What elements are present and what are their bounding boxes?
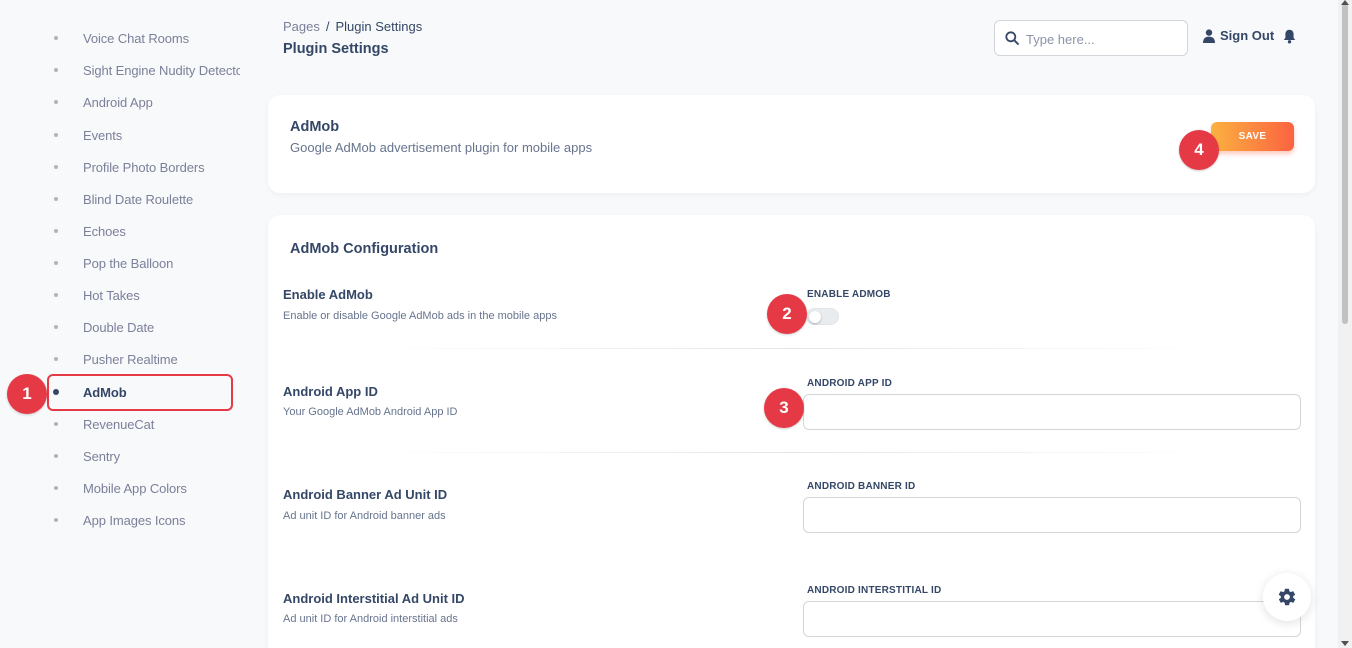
plugin-header-card: AdMob Google AdMob advertisement plugin … bbox=[268, 95, 1315, 193]
search-input[interactable] bbox=[1026, 29, 1176, 49]
toggle-knob bbox=[809, 311, 821, 323]
bullet-icon bbox=[54, 454, 58, 458]
breadcrumb: Pages / Plugin Settings bbox=[283, 19, 422, 34]
bullet-icon bbox=[54, 197, 58, 201]
page-title: Plugin Settings bbox=[283, 41, 389, 57]
sidebar-item-mobile-app-colors[interactable]: Mobile App Colors bbox=[0, 472, 240, 504]
breadcrumb-current: Plugin Settings bbox=[335, 19, 423, 34]
sidebar-item-label: Events bbox=[83, 127, 123, 143]
annotation-badge-3: 3 bbox=[764, 388, 804, 428]
android-app-id-input[interactable] bbox=[803, 394, 1301, 430]
bullet-icon bbox=[54, 133, 58, 137]
plugin-name: AdMob bbox=[290, 119, 340, 135]
scroll-up-arrow-icon[interactable] bbox=[1341, 0, 1349, 5]
enable-admob-label: ENABLE ADMOB bbox=[807, 289, 891, 300]
android-interstitial-title: Android Interstitial Ad Unit ID bbox=[283, 591, 465, 606]
plugin-description: Google AdMob advertisement plugin for mo… bbox=[290, 140, 593, 155]
android-app-id-label: ANDROID APP ID bbox=[807, 378, 893, 389]
bullet-icon bbox=[54, 165, 58, 169]
sidebar-item-sight-engine[interactable]: Sight Engine Nudity Detector bbox=[0, 54, 240, 86]
sidebar-item-label: Pop the Balloon bbox=[83, 255, 174, 271]
scroll-down-arrow-icon[interactable] bbox=[1341, 641, 1349, 646]
bell-icon[interactable] bbox=[1283, 29, 1296, 44]
bullet-icon bbox=[54, 36, 58, 40]
android-banner-desc: Ad unit ID for Android banner ads bbox=[283, 510, 446, 522]
enable-admob-title: Enable AdMob bbox=[283, 287, 373, 302]
android-banner-input[interactable] bbox=[803, 497, 1301, 533]
sidebar-item-label: RevenueCat bbox=[83, 416, 155, 432]
user-icon bbox=[1203, 28, 1215, 43]
enable-admob-toggle[interactable] bbox=[806, 308, 839, 325]
sidebar-item-app-images-icons[interactable]: App Images Icons bbox=[0, 504, 240, 536]
config-card: AdMob Configuration bbox=[268, 215, 1315, 648]
config-title: AdMob Configuration bbox=[290, 241, 439, 257]
sidebar-item-label: Double Date bbox=[83, 319, 155, 335]
breadcrumb-root[interactable]: Pages bbox=[283, 19, 320, 34]
sidebar-item-label: Echoes bbox=[83, 223, 126, 239]
sign-out-label: Sign Out bbox=[1220, 28, 1275, 43]
scrollbar-thumb[interactable] bbox=[1342, 4, 1348, 324]
android-banner-label: ANDROID BANNER ID bbox=[807, 481, 916, 492]
sidebar-item-pop-the-balloon[interactable]: Pop the Balloon bbox=[0, 247, 240, 279]
sidebar-item-label: Voice Chat Rooms bbox=[83, 30, 190, 46]
sidebar-item-label: Pusher Realtime bbox=[83, 351, 178, 367]
bullet-icon bbox=[54, 261, 58, 265]
sidebar-item-hot-takes[interactable]: Hot Takes bbox=[0, 279, 240, 311]
sidebar-item-label: App Images Icons bbox=[83, 512, 186, 528]
bullet-icon bbox=[54, 486, 58, 490]
sidebar-item-echoes[interactable]: Echoes bbox=[0, 215, 240, 247]
save-button[interactable]: SAVE bbox=[1211, 122, 1294, 151]
sidebar-item-sentry[interactable]: Sentry bbox=[0, 440, 240, 472]
sidebar-item-double-date[interactable]: Double Date bbox=[0, 311, 240, 343]
annotation-badge-2: 2 bbox=[767, 294, 807, 334]
annotation-badge-4: 4 bbox=[1179, 130, 1219, 170]
sidebar-item-revenuecat[interactable]: RevenueCat bbox=[0, 408, 240, 440]
android-interstitial-label: ANDROID INTERSTITIAL ID bbox=[807, 585, 942, 596]
android-app-id-title: Android App ID bbox=[283, 384, 378, 399]
sidebar-item-label: Blind Date Roulette bbox=[83, 191, 194, 207]
breadcrumb-separator: / bbox=[325, 19, 330, 34]
gear-icon bbox=[1278, 588, 1296, 606]
bullet-icon bbox=[54, 68, 58, 72]
android-banner-title: Android Banner Ad Unit ID bbox=[283, 487, 448, 502]
admob-highlight-box bbox=[47, 374, 233, 411]
divider bbox=[370, 452, 1216, 453]
sidebar: Voice Chat Rooms Sight Engine Nudity Det… bbox=[0, 0, 240, 648]
bullet-icon bbox=[54, 229, 58, 233]
annotation-badge-1: 1 bbox=[7, 374, 47, 414]
sidebar-item-label: Sight Engine Nudity Detector bbox=[83, 62, 240, 78]
divider bbox=[370, 348, 1216, 349]
enable-admob-desc: Enable or disable Google AdMob ads in th… bbox=[283, 310, 557, 322]
sidebar-item-profile-photo-borders[interactable]: Profile Photo Borders bbox=[0, 151, 240, 183]
settings-button[interactable] bbox=[1263, 573, 1311, 621]
bullet-icon bbox=[54, 325, 58, 329]
sidebar-item-label: Sentry bbox=[83, 448, 120, 464]
bullet-icon bbox=[54, 357, 58, 361]
sidebar-item-blind-date-roulette[interactable]: Blind Date Roulette bbox=[0, 183, 240, 215]
sign-out-link[interactable]: Sign Out bbox=[1203, 28, 1274, 43]
search-icon bbox=[1005, 31, 1019, 45]
android-interstitial-input[interactable] bbox=[803, 601, 1301, 637]
sidebar-item-label: Mobile App Colors bbox=[83, 480, 187, 496]
bullet-icon bbox=[54, 100, 58, 104]
sidebar-item-label: Hot Takes bbox=[83, 287, 140, 303]
bullet-icon bbox=[54, 293, 58, 297]
bullet-icon bbox=[54, 422, 58, 426]
sidebar-item-label: Profile Photo Borders bbox=[83, 159, 205, 175]
sidebar-item-label: Android App bbox=[83, 94, 153, 110]
sidebar-item-events[interactable]: Events bbox=[0, 119, 240, 151]
sidebar-item-voice-chat-rooms[interactable]: Voice Chat Rooms bbox=[0, 22, 240, 54]
android-app-id-desc: Your Google AdMob Android App ID bbox=[283, 406, 458, 418]
android-interstitial-desc: Ad unit ID for Android interstitial ads bbox=[283, 613, 458, 625]
sidebar-item-android-app[interactable]: Android App bbox=[0, 86, 240, 118]
sidebar-item-pusher-realtime[interactable]: Pusher Realtime bbox=[0, 343, 240, 375]
bullet-icon bbox=[54, 518, 58, 522]
search-box[interactable] bbox=[994, 20, 1188, 56]
